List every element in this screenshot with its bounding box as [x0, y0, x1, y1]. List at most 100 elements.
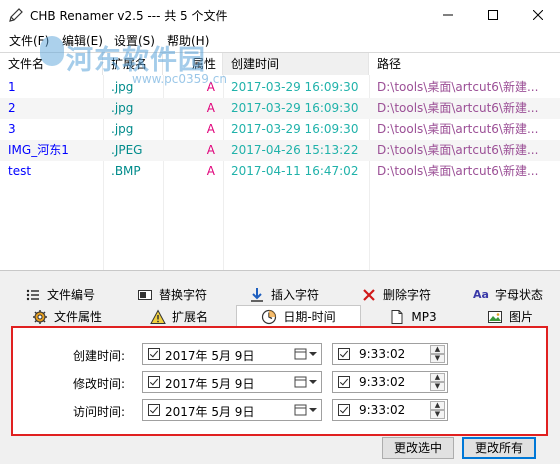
- cell-ext: .jpg: [111, 101, 134, 115]
- cell-ctime: 2017-04-26 15:13:22: [231, 143, 359, 157]
- spin-up-icon[interactable]: ▲: [430, 373, 445, 382]
- warning-icon: [150, 309, 166, 324]
- tab-label: 扩展名: [171, 310, 208, 324]
- calendar-dropdown-icon[interactable]: [294, 403, 318, 417]
- cell-ctime: 2017-03-29 16:09:30: [231, 80, 359, 94]
- modified-time-spinner[interactable]: 9:33:02 ▲ ▼: [332, 371, 448, 393]
- app-pencil-icon: [9, 8, 23, 22]
- close-icon: [532, 10, 543, 20]
- table-row[interactable]: 3 .jpg A 2017-03-29 16:09:30 D:\tools\桌面…: [0, 119, 560, 140]
- date-time-panel: 创建时间: 2017年 5月 9日 9:33:02 ▲ ▼ 修改时间: 2017…: [11, 326, 548, 436]
- watermark-url: www.pc0359.cn: [132, 72, 227, 86]
- modified-date-picker[interactable]: 2017年 5月 9日: [142, 371, 322, 393]
- cell-attr: A: [206, 164, 215, 178]
- cell-attr: A: [206, 101, 215, 115]
- cell-ctime: 2017-03-29 16:09:30: [231, 122, 359, 136]
- calendar-dropdown-icon[interactable]: [294, 375, 318, 389]
- label-accessed-time: 访问时间:: [73, 405, 126, 419]
- tab-image[interactable]: 图片: [465, 307, 555, 327]
- accessed-time-value: 9:33:02: [359, 403, 406, 417]
- insert-icon: [250, 288, 263, 302]
- tab-label: 字母状态: [494, 288, 543, 302]
- label-modified-time: 修改时间:: [73, 377, 126, 391]
- clock-icon: [262, 309, 277, 325]
- column-header-ctime[interactable]: 创建时间: [223, 53, 369, 75]
- spinner-arrows[interactable]: ▲ ▼: [430, 373, 445, 391]
- tab-delete-chars[interactable]: 删除字符: [346, 285, 446, 305]
- tab-label: 日期-时间: [283, 310, 336, 324]
- created-time-checkbox[interactable]: [338, 348, 350, 360]
- accessed-date-checkbox[interactable]: [148, 404, 160, 416]
- tab-mp3[interactable]: MP3: [363, 307, 463, 327]
- cell-attr: A: [206, 122, 215, 136]
- window-title: CHB Renamer v2.5 --- 共 5 个文件: [30, 9, 228, 23]
- accessed-date-picker[interactable]: 2017年 5月 9日: [142, 399, 322, 421]
- minimize-icon: [442, 14, 453, 16]
- spin-up-icon[interactable]: ▲: [430, 345, 445, 354]
- table-row[interactable]: 2 .jpg A 2017-03-29 16:09:30 D:\tools\桌面…: [0, 98, 560, 119]
- spin-up-icon[interactable]: ▲: [430, 401, 445, 410]
- cell-ctime: 2017-03-29 16:09:30: [231, 101, 359, 115]
- label-created-time: 创建时间:: [73, 349, 126, 363]
- accessed-time-spinner[interactable]: 9:33:02 ▲ ▼: [332, 399, 448, 421]
- spinner-arrows[interactable]: ▲ ▼: [430, 401, 445, 419]
- spin-down-icon[interactable]: ▼: [430, 354, 445, 363]
- cell-name: 1: [8, 80, 16, 94]
- modified-time-checkbox[interactable]: [338, 376, 350, 388]
- spin-down-icon[interactable]: ▼: [430, 382, 445, 391]
- created-date-value: 2017年 5月 9日: [165, 349, 255, 363]
- table-row[interactable]: test .BMP A 2017-04-11 16:47:02 D:\tools…: [0, 161, 560, 182]
- list-numbered-icon: [26, 289, 39, 301]
- tab-label: 图片: [508, 310, 533, 324]
- cell-path: D:\tools\桌面\artcut6\新建...: [377, 122, 539, 136]
- created-time-value: 9:33:02: [359, 347, 406, 361]
- close-button[interactable]: [515, 0, 560, 30]
- table-row[interactable]: 1 .jpg A 2017-03-29 16:09:30 D:\tools\桌面…: [0, 77, 560, 98]
- calendar-dropdown-icon[interactable]: [294, 347, 318, 361]
- cell-path: D:\tools\桌面\artcut6\新建...: [377, 143, 539, 157]
- tab-extension[interactable]: 扩展名: [124, 307, 234, 327]
- watermark-logo: [40, 36, 64, 66]
- tab-replace-chars[interactable]: 替换字符: [122, 285, 222, 305]
- tab-letter-case[interactable]: Aa 字母状态: [458, 285, 558, 305]
- replace-icon: [137, 290, 152, 300]
- accessed-date-value: 2017年 5月 9日: [165, 405, 255, 419]
- tab-date-time[interactable]: 日期-时间: [236, 305, 361, 328]
- cell-name: test: [8, 164, 32, 178]
- apply-all-button[interactable]: 更改所有: [462, 437, 536, 459]
- title-bar: CHB Renamer v2.5 --- 共 5 个文件: [0, 0, 560, 30]
- accessed-time-checkbox[interactable]: [338, 404, 350, 416]
- spin-down-icon[interactable]: ▼: [430, 410, 445, 419]
- tab-label: 删除字符: [382, 288, 431, 302]
- tab-file-numbering[interactable]: 文件编号: [10, 285, 110, 305]
- table-row[interactable]: IMG_河东1 .JPEG A 2017-04-26 15:13:22 D:\t…: [0, 140, 560, 161]
- column-header-path[interactable]: 路径: [369, 53, 560, 75]
- tab-label: MP3: [411, 310, 437, 324]
- gear-icon: [32, 310, 47, 324]
- created-time-spinner[interactable]: 9:33:02 ▲ ▼: [332, 343, 448, 365]
- minimize-button[interactable]: [425, 0, 470, 30]
- cell-ext: .jpg: [111, 122, 134, 136]
- tab-label: 插入字符: [270, 288, 319, 302]
- cell-name: 2: [8, 101, 16, 115]
- delete-x-icon: [363, 289, 375, 301]
- document-icon: [391, 310, 403, 324]
- tab-file-attributes[interactable]: 文件属性: [12, 307, 122, 327]
- file-list[interactable]: 文件名 扩展名 属性 创建时间 路径 1 .jpg A 2017-03-29 1…: [0, 52, 560, 271]
- apply-selected-button[interactable]: 更改选中: [382, 437, 454, 459]
- letter-case-icon: Aa: [473, 288, 489, 301]
- tab-label: 替换字符: [158, 288, 207, 302]
- tab-insert-chars[interactable]: 插入字符: [234, 285, 334, 305]
- created-date-checkbox[interactable]: [148, 348, 160, 360]
- cell-ext: .JPEG: [111, 143, 143, 157]
- maximize-icon: [487, 10, 498, 20]
- cell-path: D:\tools\桌面\artcut6\新建...: [377, 80, 539, 94]
- cell-name: 3: [8, 122, 16, 136]
- spinner-arrows[interactable]: ▲ ▼: [430, 345, 445, 363]
- tab-label: 文件编号: [46, 288, 95, 302]
- maximize-button[interactable]: [470, 0, 515, 30]
- modified-time-value: 9:33:02: [359, 375, 406, 389]
- created-date-picker[interactable]: 2017年 5月 9日: [142, 343, 322, 365]
- modified-date-checkbox[interactable]: [148, 376, 160, 388]
- cell-attr: A: [206, 143, 215, 157]
